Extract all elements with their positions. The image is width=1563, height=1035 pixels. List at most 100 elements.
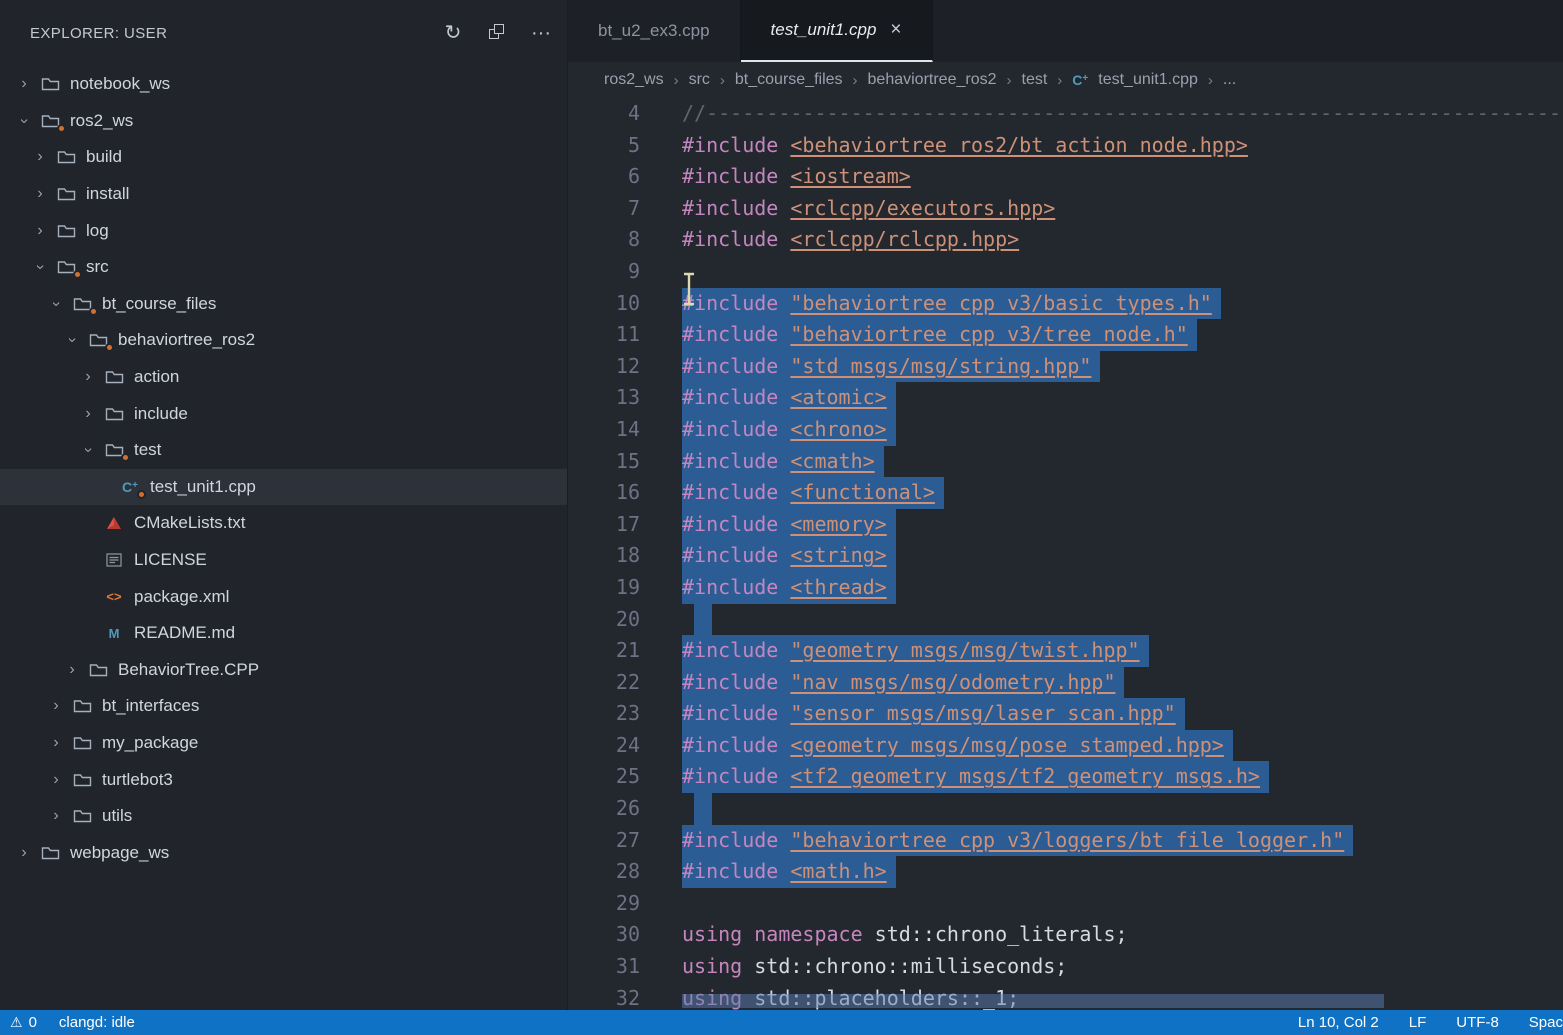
line-number[interactable]: 11 — [568, 319, 640, 351]
code-line-content[interactable]: #include <tf2_geometry_msgs/tf2_geometry… — [682, 761, 1269, 793]
code-line-content[interactable]: #include "geometry_msgs/msg/twist.hpp" — [682, 635, 1149, 667]
tree-item-utils[interactable]: ›utils — [0, 798, 567, 835]
code-line-content[interactable]: #include "sensor_msgs/msg/laser_scan.hpp… — [682, 698, 1185, 730]
more-actions-icon[interactable]: ··· — [531, 23, 551, 43]
code-line-content[interactable]: #include <memory> — [682, 509, 896, 541]
code-line-content[interactable]: #include <math.h> — [682, 856, 896, 888]
line-number[interactable]: 5 — [568, 130, 640, 162]
line-number[interactable]: 13 — [568, 382, 640, 414]
tree-item-action[interactable]: ›action — [0, 359, 567, 396]
line-number[interactable]: 16 — [568, 477, 640, 509]
close-icon[interactable]: × — [890, 19, 901, 41]
line-number[interactable]: 9 — [568, 256, 640, 288]
code-line-content[interactable]: #include <cmath> — [682, 446, 884, 478]
chevron-down-icon[interactable]: › — [15, 109, 33, 133]
chevron-right-icon[interactable]: › — [76, 368, 100, 386]
chevron-right-icon[interactable]: › — [12, 844, 36, 862]
line-number[interactable]: 30 — [568, 919, 640, 951]
line-number[interactable]: 21 — [568, 635, 640, 667]
tree-item-log[interactable]: ›log — [0, 212, 567, 249]
line-number[interactable]: 25 — [568, 761, 640, 793]
line-number[interactable]: 31 — [568, 951, 640, 983]
tree-item-package.xml[interactable]: ›<>package.xml — [0, 578, 567, 615]
tree-item-src[interactable]: ›src — [0, 249, 567, 286]
code-line-content[interactable]: using namespace std::chrono_literals; — [682, 919, 1128, 951]
line-number[interactable]: 29 — [568, 888, 640, 920]
tree-item-behaviortree_ros2[interactable]: ›behaviortree_ros2 — [0, 322, 567, 359]
copy-icon[interactable] — [487, 23, 507, 43]
code-line-content[interactable]: #include <iostream> — [682, 161, 911, 193]
line-number[interactable]: 20 — [568, 604, 640, 636]
tree-item-webpage_ws[interactable]: ›webpage_ws — [0, 834, 567, 871]
code-line-content[interactable]: using std::chrono::milliseconds; — [682, 951, 1067, 983]
line-number[interactable]: 23 — [568, 698, 640, 730]
chevron-right-icon[interactable]: › — [44, 807, 68, 825]
horizontal-scrollbar[interactable] — [682, 994, 1384, 1008]
tree-item-notebook_ws[interactable]: ›notebook_ws — [0, 66, 567, 103]
chevron-right-icon[interactable]: › — [28, 222, 52, 240]
chevron-down-icon[interactable]: › — [63, 328, 81, 352]
tree-item-ros2_ws[interactable]: ›ros2_ws — [0, 103, 567, 140]
chevron-right-icon[interactable]: › — [28, 185, 52, 203]
indentation-indicator[interactable]: Spac — [1529, 1014, 1563, 1031]
tab-test_unit1.cpp[interactable]: test_unit1.cpp× — [741, 0, 933, 62]
breadcrumb-item-behaviortree_ros2[interactable]: behaviortree_ros2 — [868, 71, 997, 89]
chevron-down-icon[interactable]: › — [31, 255, 49, 279]
code-line-content[interactable]: #include "behaviortree_cpp_v3/basic_type… — [682, 288, 1221, 320]
tree-item-test_unit1.cpp[interactable]: ›C+test_unit1.cpp — [0, 469, 567, 506]
tree-item-install[interactable]: ›install — [0, 176, 567, 213]
problems-indicator[interactable]: ⚠ 0 — [10, 1014, 37, 1031]
line-number[interactable]: 17 — [568, 509, 640, 541]
tree-item-my_package[interactable]: ›my_package — [0, 725, 567, 762]
line-number[interactable]: 4 — [568, 98, 640, 130]
chevron-right-icon[interactable]: › — [44, 771, 68, 789]
tree-item-include[interactable]: ›include — [0, 395, 567, 432]
line-number[interactable]: 7 — [568, 193, 640, 225]
code-line-content[interactable]: #include "std_msgs/msg/string.hpp" — [682, 351, 1100, 383]
line-number[interactable]: 32 — [568, 983, 640, 1010]
tree-item-bt_course_files[interactable]: ›bt_course_files — [0, 286, 567, 323]
code-editor[interactable]: 4 //-------------------------------------… — [568, 98, 1563, 1010]
code-line-content[interactable]: #include <rclcpp/rclcpp.hpp> — [682, 224, 1019, 256]
breadcrumb-item-test[interactable]: test — [1022, 71, 1048, 89]
chevron-right-icon[interactable]: › — [76, 405, 100, 423]
line-number[interactable]: 27 — [568, 825, 640, 857]
line-number[interactable]: 26 — [568, 793, 640, 825]
line-number[interactable]: 6 — [568, 161, 640, 193]
tree-item-bt_interfaces[interactable]: ›bt_interfaces — [0, 688, 567, 725]
tree-item-README.md[interactable]: ›MREADME.md — [0, 615, 567, 652]
chevron-down-icon[interactable]: › — [79, 438, 97, 462]
cursor-position[interactable]: Ln 10, Col 2 — [1298, 1014, 1379, 1031]
code-line-content[interactable]: #include <thread> — [682, 572, 896, 604]
code-line-content[interactable]: #include <behaviortree_ros2/bt_action_no… — [682, 130, 1248, 162]
line-number[interactable]: 22 — [568, 667, 640, 699]
code-line-content[interactable]: #include <functional> — [682, 477, 944, 509]
encoding-indicator[interactable]: UTF-8 — [1456, 1014, 1499, 1031]
refresh-icon[interactable]: ↻ — [443, 23, 463, 43]
line-number[interactable]: 18 — [568, 540, 640, 572]
code-line-content[interactable]: #include <geometry_msgs/msg/pose_stamped… — [682, 730, 1233, 762]
code-line-content[interactable]: #include <chrono> — [682, 414, 896, 446]
code-line-content[interactable]: #include "behaviortree_cpp_v3/loggers/bt… — [682, 825, 1353, 857]
tree-item-LICENSE[interactable]: ›LICENSE — [0, 542, 567, 579]
code-line-content[interactable]: #include <atomic> — [682, 382, 896, 414]
chevron-down-icon[interactable]: › — [47, 292, 65, 316]
chevron-right-icon[interactable]: › — [44, 697, 68, 715]
chevron-right-icon[interactable]: › — [44, 734, 68, 752]
code-line-content[interactable]: #include "nav_msgs/msg/odometry.hpp" — [682, 667, 1124, 699]
tree-item-turtlebot3[interactable]: ›turtlebot3 — [0, 761, 567, 798]
line-number[interactable]: 19 — [568, 572, 640, 604]
code-line-content[interactable]: //--------------------------------------… — [682, 98, 1563, 130]
code-line-content[interactable]: #include "behaviortree_cpp_v3/tree_node.… — [682, 319, 1197, 351]
line-number[interactable]: 24 — [568, 730, 640, 762]
code-line-content[interactable]: #include <string> — [682, 540, 896, 572]
chevron-right-icon[interactable]: › — [12, 75, 36, 93]
line-number[interactable]: 12 — [568, 351, 640, 383]
line-number[interactable]: 10 — [568, 288, 640, 320]
tree-item-CMakeLists.txt[interactable]: ›CMakeLists.txt — [0, 505, 567, 542]
breadcrumb-item-test_unit1.cpp[interactable]: test_unit1.cpp — [1098, 71, 1198, 89]
line-number[interactable]: 14 — [568, 414, 640, 446]
breadcrumb-item-bt_course_files[interactable]: bt_course_files — [735, 71, 843, 89]
tree-item-test[interactable]: ›test — [0, 432, 567, 469]
line-number[interactable]: 28 — [568, 856, 640, 888]
